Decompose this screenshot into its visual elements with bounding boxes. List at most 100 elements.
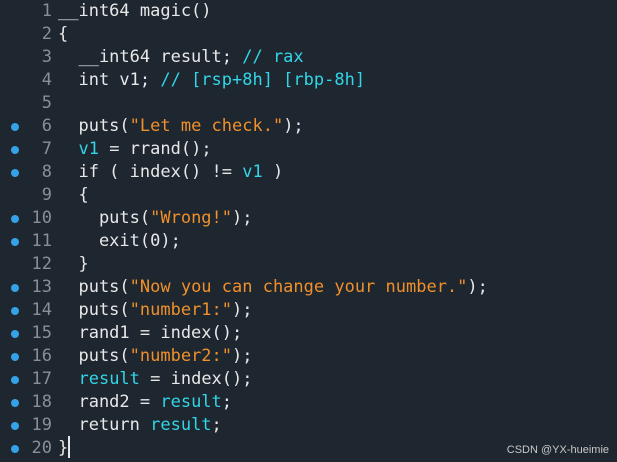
- line-number: 12: [31, 254, 52, 274]
- code-text: }: [58, 437, 68, 460]
- code-line[interactable]: 12 }: [0, 253, 617, 276]
- code-token: puts(: [58, 277, 130, 297]
- code-token: return: [58, 415, 151, 435]
- breakpoint-dot-icon[interactable]: [11, 146, 19, 154]
- code-token: result: [150, 415, 212, 435]
- code-line[interactable]: 14 puts("number1:");: [0, 299, 617, 322]
- code-text: {: [58, 23, 68, 46]
- code-token: = rrand();: [98, 139, 212, 159]
- code-line[interactable]: 18 rand2 = result;: [0, 391, 617, 414]
- code-editor[interactable]: 1 __int64 magic() 2{3 __int64 result; // r…: [0, 0, 617, 462]
- code-token: rand2 =: [58, 392, 161, 412]
- line-number: 18: [31, 392, 52, 412]
- code-text: exit(0);: [58, 230, 181, 253]
- code-token: __int64 result;: [58, 47, 243, 67]
- code-text: puts("Let me check.");: [58, 115, 303, 138]
- line-number: 5: [41, 93, 52, 113]
- code-token: result: [78, 369, 140, 389]
- code-line[interactable]: 7 v1 = rrand();: [0, 138, 617, 161]
- code-token: = index();: [139, 369, 253, 389]
- code-token: v1: [242, 162, 263, 182]
- breakpoint-dot-icon[interactable]: [11, 123, 19, 131]
- breakpoint-dot-icon[interactable]: [11, 215, 19, 223]
- code-token: "Now you can change your number.": [129, 277, 468, 297]
- code-token: rand1 = index();: [58, 323, 243, 343]
- line-number: 6: [41, 116, 52, 136]
- breakpoint-dot-icon[interactable]: [11, 307, 19, 315]
- code-line[interactable]: 11 exit(0);: [0, 230, 617, 253]
- code-token: result: [160, 392, 222, 412]
- code-line[interactable]: 8 if ( index() != v1 ): [0, 161, 617, 184]
- text-cursor: [68, 436, 70, 458]
- breakpoint-dot-icon[interactable]: [11, 445, 19, 453]
- code-line[interactable]: 13 puts("Now you can change your number.…: [0, 276, 617, 299]
- code-text: if ( index() != v1 ): [58, 161, 283, 184]
- code-text: int v1; // [rsp+8h] [rbp-8h]: [58, 69, 365, 92]
- line-number: 13: [31, 277, 52, 297]
- code-token: );: [160, 231, 181, 251]
- line-number: 4: [41, 70, 52, 90]
- code-token: ;: [221, 392, 233, 412]
- breakpoint-dot-icon[interactable]: [11, 169, 19, 177]
- code-text: }: [58, 253, 88, 276]
- line-number: 9: [41, 185, 52, 205]
- code-token: {: [58, 24, 69, 44]
- code-token: puts(: [58, 116, 130, 136]
- code-token: puts(: [58, 346, 130, 366]
- line-number: 7: [41, 139, 52, 159]
- line-number: 14: [31, 300, 52, 320]
- code-token: {: [58, 185, 89, 205]
- code-line[interactable]: 2{: [0, 23, 617, 46]
- code-token: );: [232, 346, 253, 366]
- code-token: if ( index() !=: [58, 162, 243, 182]
- code-text: puts("Wrong!");: [58, 207, 253, 230]
- code-line[interactable]: 1 __int64 magic(): [0, 0, 617, 23]
- line-number: 10: [31, 208, 52, 228]
- code-token: // rax: [242, 47, 304, 67]
- code-text: v1 = rrand();: [58, 138, 212, 161]
- line-number: 19: [31, 415, 52, 435]
- code-line[interactable]: 5: [0, 92, 617, 115]
- code-text: __int64 result; // rax: [58, 46, 304, 69]
- breakpoint-dot-icon[interactable]: [11, 399, 19, 407]
- breakpoint-dot-icon[interactable]: [11, 284, 19, 292]
- code-token: "number1:": [129, 300, 233, 320]
- line-number: 3: [41, 47, 52, 67]
- code-line[interactable]: 19 return result;: [0, 414, 617, 437]
- code-line[interactable]: 6 puts("Let me check.");: [0, 115, 617, 138]
- breakpoint-dot-icon[interactable]: [11, 422, 19, 430]
- code-line[interactable]: 3 __int64 result; // rax: [0, 46, 617, 69]
- code-token: );: [232, 300, 253, 320]
- code-text: {: [58, 184, 89, 207]
- code-token: int v1;: [58, 70, 161, 90]
- code-token: "number2:": [129, 346, 233, 366]
- line-number: 8: [41, 162, 52, 182]
- code-line[interactable]: 10 puts("Wrong!");: [0, 207, 617, 230]
- breakpoint-dot-icon[interactable]: [11, 330, 19, 338]
- code-text: puts("number2:");: [58, 345, 253, 368]
- code-token: ): [262, 162, 284, 182]
- code-line[interactable]: 17 result = index();: [0, 368, 617, 391]
- code-token: __int64 magic(): [58, 1, 212, 21]
- code-token: );: [232, 208, 253, 228]
- breakpoint-dot-icon[interactable]: [11, 238, 19, 246]
- line-number: 11: [31, 231, 52, 251]
- code-text: __int64 magic(): [58, 0, 212, 23]
- breakpoint-dot-icon[interactable]: [11, 353, 19, 361]
- code-token: );: [467, 277, 488, 297]
- code-line[interactable]: 15 rand1 = index();: [0, 322, 617, 345]
- code-token: exit(: [58, 231, 151, 251]
- code-line[interactable]: 9 {: [0, 184, 617, 207]
- line-number: 15: [31, 323, 52, 343]
- code-token: puts(: [58, 300, 130, 320]
- code-token: // [rsp+8h] [rbp-8h]: [160, 70, 366, 90]
- code-text: rand2 = result;: [58, 391, 232, 414]
- breakpoint-dot-icon[interactable]: [11, 376, 19, 384]
- code-token: v1: [78, 139, 99, 159]
- code-line[interactable]: 4 int v1; // [rsp+8h] [rbp-8h]: [0, 69, 617, 92]
- code-token: 0: [150, 231, 161, 251]
- code-line[interactable]: 16 puts("number2:");: [0, 345, 617, 368]
- code-token: ;: [211, 415, 222, 435]
- code-text: rand1 = index();: [58, 322, 242, 345]
